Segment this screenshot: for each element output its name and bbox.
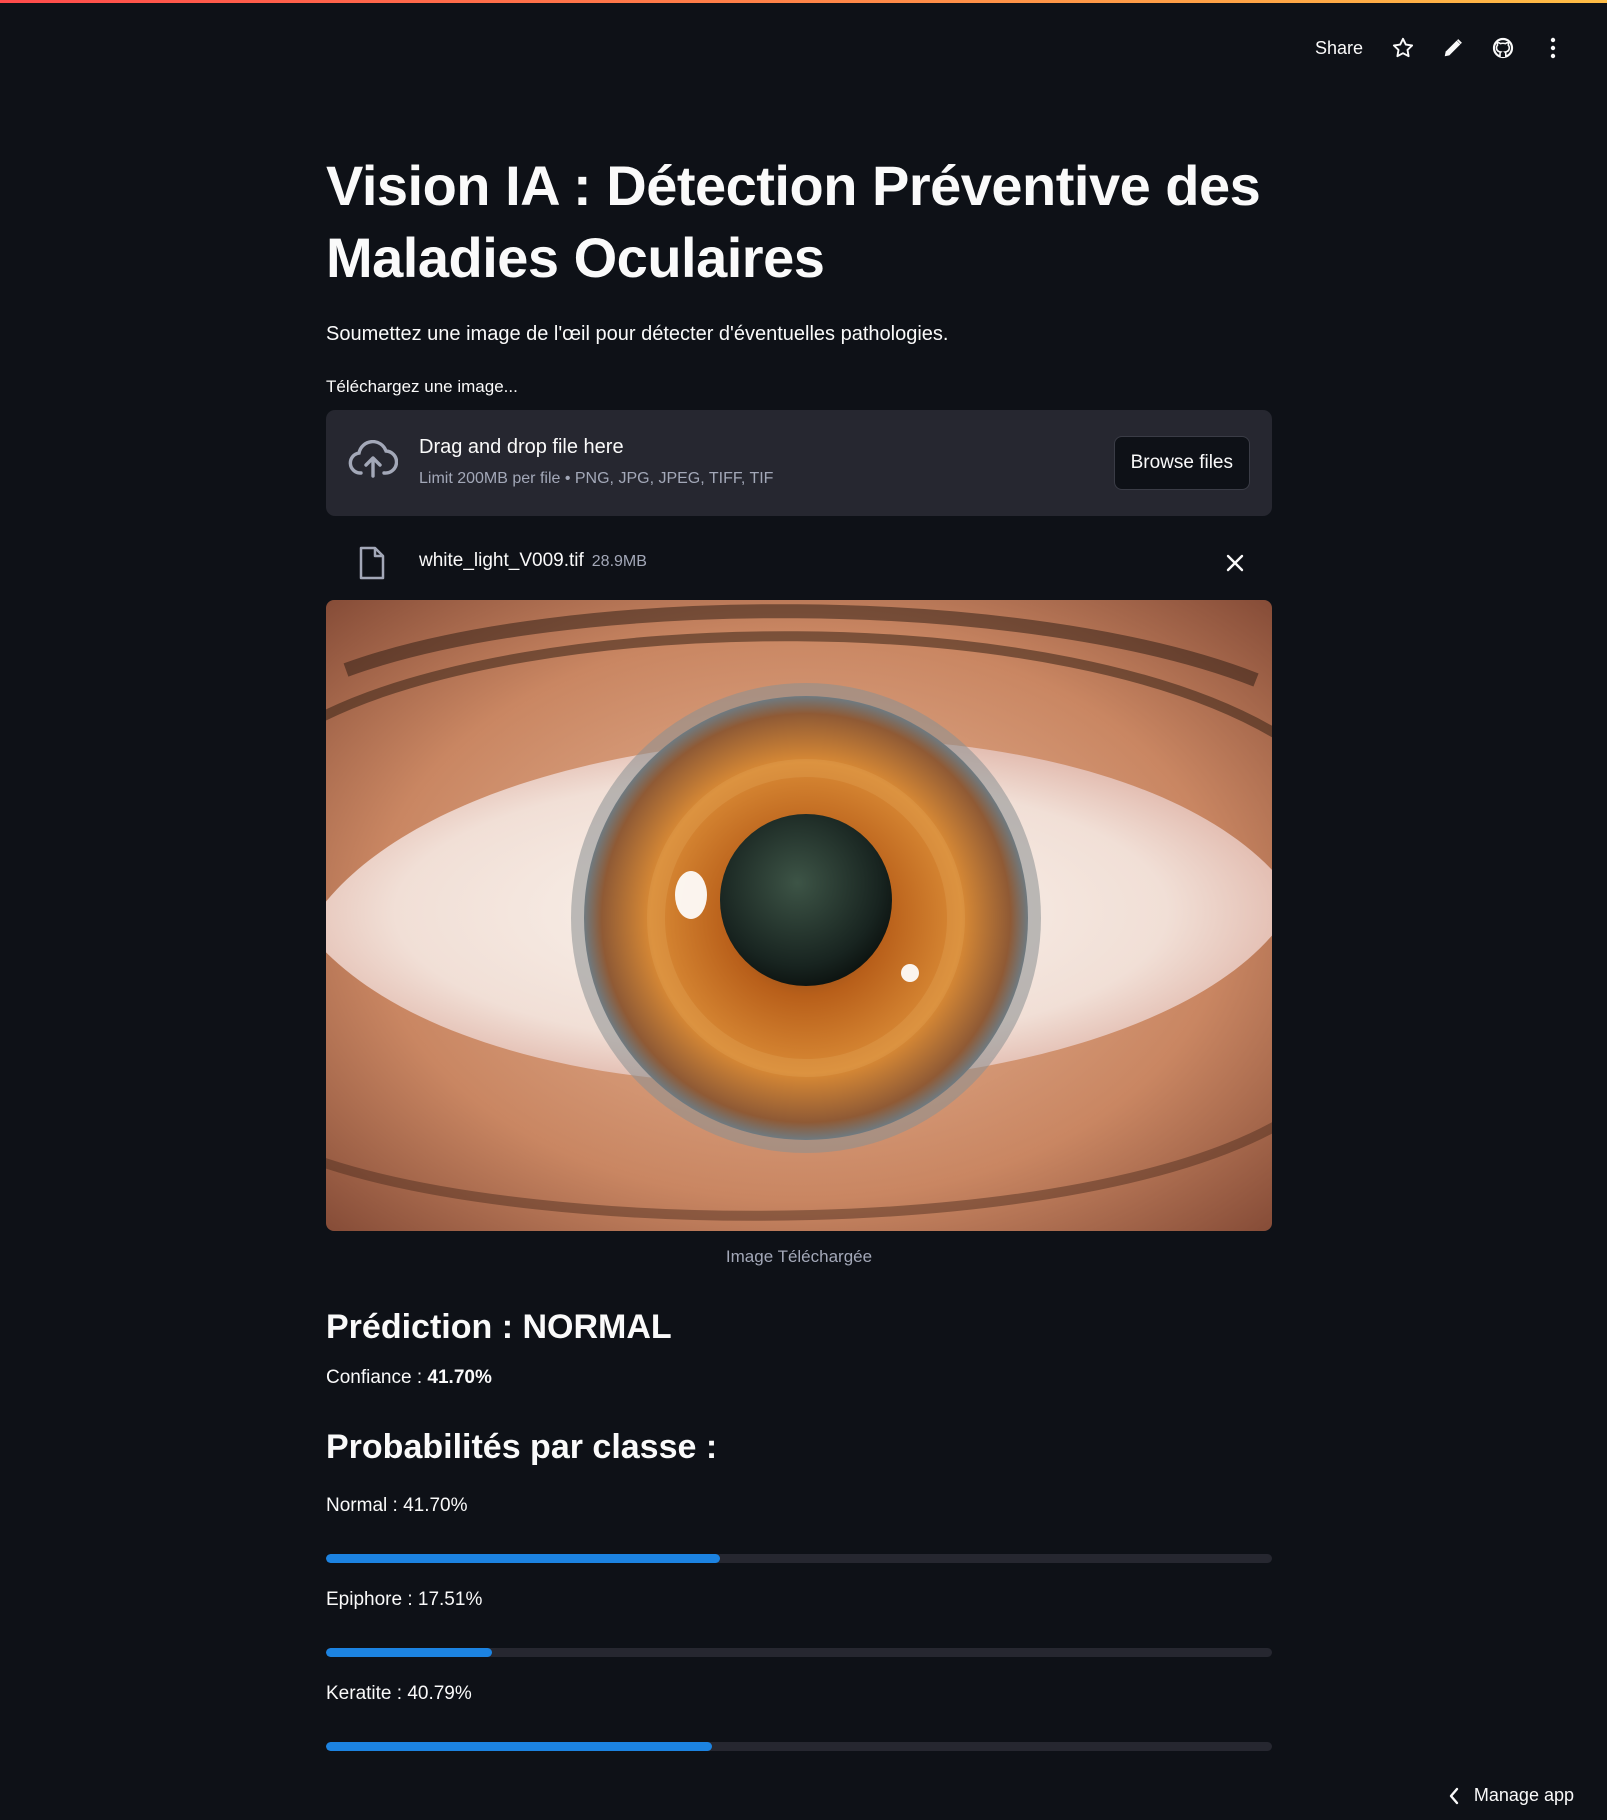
uploaded-eye-image [326,600,1272,1231]
progress-bar [326,1742,1272,1751]
file-dropzone[interactable]: Drag and drop file here Limit 200MB per … [326,410,1272,516]
confidence-value: 41.70% [427,1367,492,1388]
probability-label: Epiphore : 17.51% [326,1589,483,1610]
file-size: 28.9MB [591,553,647,570]
manage-app-label: Manage app [1473,1785,1574,1805]
manage-app-button[interactable]: Manage app [1448,1785,1574,1806]
probability-item-normal: Normal : 41.70% [326,1493,1272,1563]
probability-item-epiphore: Epiphore : 17.51% [326,1587,1272,1657]
remove-file-icon[interactable] [1222,550,1248,576]
top-decoration-stripe [0,0,1607,3]
pencil-icon[interactable] [1439,34,1467,62]
prediction-title: Prédiction : NORMAL [326,1308,672,1346]
dropzone-title: Drag and drop file here [419,436,624,458]
progress-fill [326,1742,712,1751]
main-content: Vision IA : Détection Préventive des Mal… [326,150,1272,1751]
kebab-menu-icon[interactable] [1539,34,1567,62]
progress-bar [326,1648,1272,1657]
page-subtitle: Soumettez une image de l'œil pour détect… [326,323,949,345]
chevron-left-icon [1449,1787,1459,1804]
confidence-text: Confiance : 41.70% [326,1367,1272,1389]
star-icon[interactable] [1389,34,1417,62]
uploader-label: Téléchargez une image... [326,377,518,396]
progress-fill [326,1554,721,1563]
probabilities-title: Probabilités par classe : [326,1428,718,1466]
progress-fill [326,1648,492,1657]
dropzone-limit-text: Limit 200MB per file • PNG, JPG, JPEG, T… [419,470,774,487]
probability-label: Normal : 41.70% [326,1495,468,1516]
share-button[interactable]: Share [1315,38,1363,59]
uploaded-file-row: white_light_V009.tif 28.9MB [326,516,1272,600]
browse-files-button[interactable]: Browse files [1113,436,1250,490]
file-icon [359,546,385,580]
probability-item-keratite: Keratite : 40.79% [326,1681,1272,1751]
app-toolbar: Share [1315,30,1567,66]
page-title: Vision IA : Détection Préventive des Mal… [326,154,1261,289]
probability-label: Keratite : 40.79% [326,1683,472,1704]
github-icon[interactable] [1489,34,1517,62]
image-caption: Image Téléchargée [725,1247,873,1266]
file-name: white_light_V009.tif [419,550,584,571]
cloud-upload-icon [348,440,398,478]
progress-bar [326,1554,1272,1563]
confidence-prefix: Confiance : [326,1367,428,1388]
